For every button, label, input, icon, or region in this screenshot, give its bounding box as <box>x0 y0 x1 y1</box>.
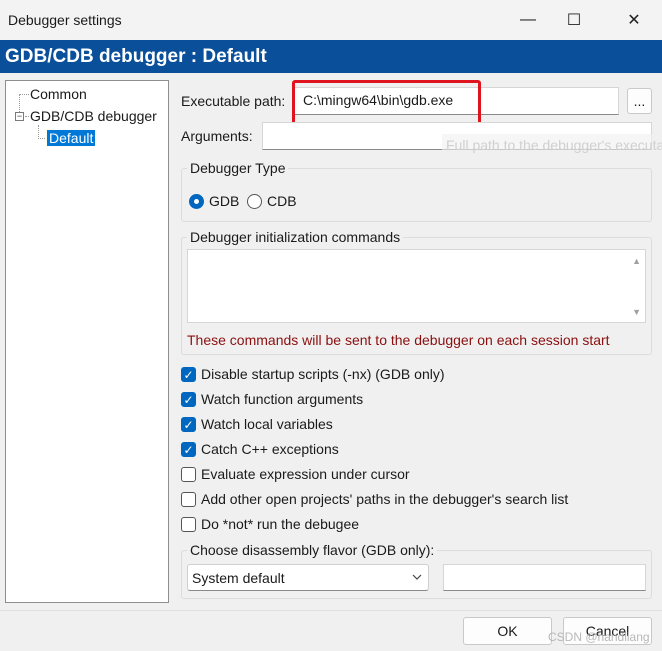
radio-gdb-label[interactable]: GDB <box>209 193 239 209</box>
settings-tree[interactable]: − Common GDB/CDB debugger Default <box>5 80 169 603</box>
checkbox-watch-function-arguments[interactable]: ✓ <box>181 392 196 407</box>
scroll-up-icon[interactable]: ▲ <box>632 256 641 266</box>
disassembly-extra-field[interactable] <box>443 564 646 591</box>
ok-button[interactable]: OK <box>463 617 552 645</box>
radio-cdb-label[interactable]: CDB <box>267 193 297 209</box>
init-commands-textarea[interactable]: ▲ ▼ <box>187 249 646 323</box>
header-title: GDB/CDB debugger : Default <box>5 46 267 67</box>
footer-divider <box>0 610 662 611</box>
tree-connector <box>19 94 29 95</box>
checkbox-label-evaluate-expression[interactable]: Evaluate expression under cursor <box>201 466 410 482</box>
init-commands-title: Debugger initialization commands <box>187 229 404 245</box>
watermark-text: CSDN @handliang <box>548 630 650 644</box>
browse-button[interactable]: ... <box>627 88 652 114</box>
radio-cdb[interactable] <box>247 194 262 209</box>
minimize-icon[interactable]: — <box>505 0 551 40</box>
checkbox-evaluate-expression[interactable] <box>181 467 196 482</box>
checkbox-label-watch-function-arguments[interactable]: Watch function arguments <box>201 391 363 407</box>
debugger-type-title: Debugger Type <box>187 160 289 176</box>
title-bar: Debugger settings — ☐ ✕ <box>0 0 662 40</box>
checkbox-add-project-paths[interactable] <box>181 492 196 507</box>
checkbox-watch-local-variables[interactable]: ✓ <box>181 417 196 432</box>
collapse-icon[interactable]: − <box>15 112 24 121</box>
tree-item-common[interactable]: Common <box>30 86 87 102</box>
checkbox-catch-cpp-exceptions[interactable]: ✓ <box>181 442 196 457</box>
arguments-label: Arguments: <box>181 128 253 144</box>
tree-item-gdb-cdb-debugger[interactable]: GDB/CDB debugger <box>30 108 157 124</box>
checkbox-label-add-project-paths[interactable]: Add other open projects' paths in the de… <box>201 491 568 507</box>
annotation-highlight-box <box>292 80 481 125</box>
checkbox-disable-startup-scripts[interactable]: ✓ <box>181 367 196 382</box>
settings-header: GDB/CDB debugger : Default <box>0 40 662 73</box>
tree-connector <box>38 138 47 139</box>
disassembly-flavor-select[interactable]: System default <box>187 564 429 591</box>
tree-item-default[interactable]: Default <box>45 129 97 147</box>
maximize-icon[interactable]: ☐ <box>551 0 597 40</box>
checkbox-label-watch-local-variables[interactable]: Watch local variables <box>201 416 333 432</box>
init-commands-note: These commands will be sent to the debug… <box>187 332 610 348</box>
tooltip-text: Full path to the debugger's executable <box>442 134 662 156</box>
checkbox-label-catch-cpp-exceptions[interactable]: Catch C++ exceptions <box>201 441 339 457</box>
checkbox-label-disable-startup-scripts[interactable]: Disable startup scripts (-nx) (GDB only) <box>201 366 445 382</box>
close-icon[interactable]: ✕ <box>611 0 657 40</box>
disassembly-title: Choose disassembly flavor (GDB only): <box>187 542 438 558</box>
tree-connector <box>38 125 39 139</box>
disassembly-flavor-value: System default <box>192 570 285 586</box>
window-title: Debugger settings <box>8 12 122 28</box>
chevron-down-icon <box>412 574 422 580</box>
checkbox-label-do-not-run-debugee[interactable]: Do *not* run the debugee <box>201 516 359 532</box>
tree-connector <box>25 116 29 117</box>
executable-path-label: Executable path: <box>181 93 286 109</box>
checkbox-do-not-run-debugee[interactable] <box>181 517 196 532</box>
scroll-down-icon[interactable]: ▼ <box>632 307 641 317</box>
radio-gdb[interactable] <box>189 194 204 209</box>
